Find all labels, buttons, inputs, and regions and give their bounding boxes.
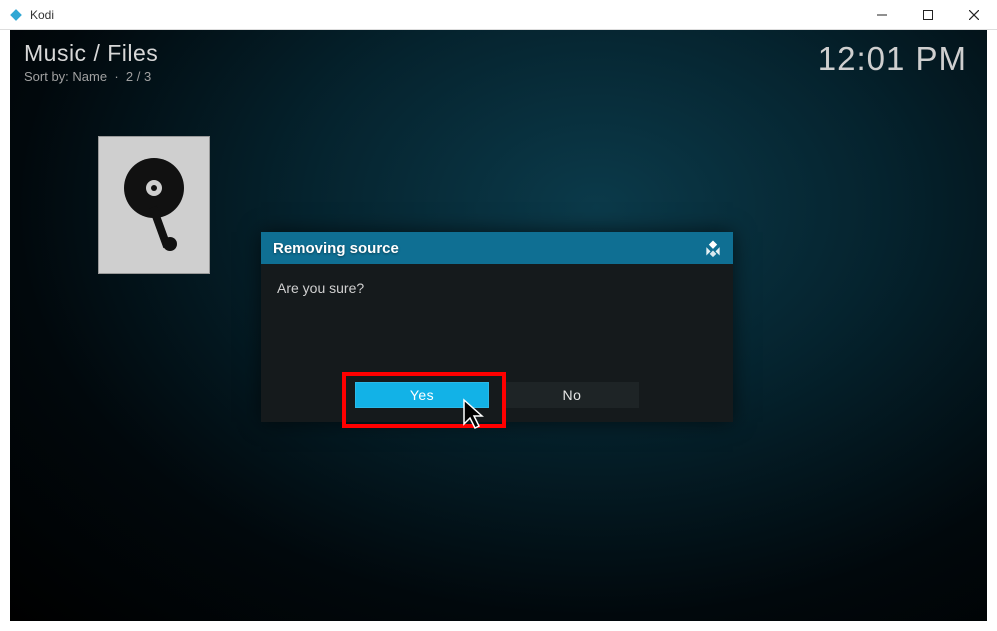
confirm-dialog: Removing source Are you sure? Yes No	[261, 232, 733, 422]
window-title: Kodi	[30, 8, 54, 22]
page-count: 2 / 3	[126, 69, 151, 84]
dialog-title: Removing source	[273, 240, 399, 257]
separator-dot: ·	[114, 69, 118, 84]
dialog-button-row: Yes No	[261, 382, 733, 408]
yes-button[interactable]: Yes	[355, 382, 489, 408]
kodi-icon	[703, 238, 723, 258]
page-header: Music / Files Sort by: Name · 2 / 3	[24, 40, 158, 84]
app-viewport: Music / Files Sort by: Name · 2 / 3 12:0…	[10, 30, 987, 621]
dialog-message: Are you sure?	[261, 264, 733, 312]
minimize-button[interactable]	[859, 0, 905, 30]
clock: 12:01 PM	[818, 40, 967, 78]
disk-drive-icon	[114, 150, 194, 260]
kodi-app-icon	[8, 7, 24, 23]
dialog-header: Removing source	[261, 232, 733, 264]
window-controls	[859, 0, 997, 29]
close-button[interactable]	[951, 0, 997, 30]
drive-thumbnail	[98, 136, 210, 274]
breadcrumb: Music / Files	[24, 40, 158, 67]
maximize-button[interactable]	[905, 0, 951, 30]
sort-label: Sort by: Name	[24, 69, 107, 84]
sort-info: Sort by: Name · 2 / 3	[24, 69, 158, 84]
no-button[interactable]: No	[505, 382, 639, 408]
window-titlebar: Kodi	[0, 0, 997, 30]
